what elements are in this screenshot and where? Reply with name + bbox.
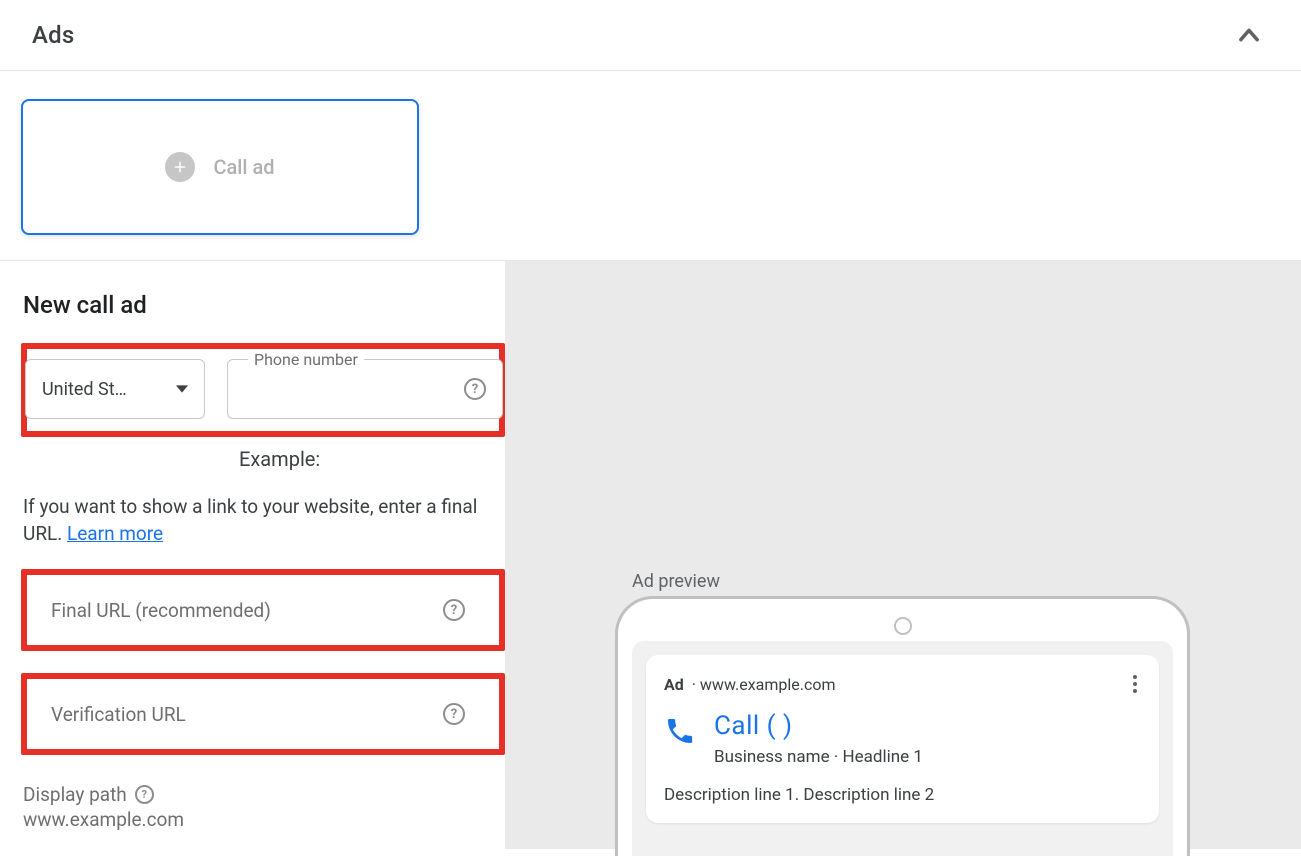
highlight-verification-url: Verification URL ? [21,673,505,755]
call-ad-label: Call ad [213,155,274,179]
call-ad-card[interactable]: Call ad [21,99,419,235]
ad-headline: Call ( ) [714,711,923,741]
preview-column: Ad preview Ad · www.example.com [505,261,1301,849]
preview-title: Ad preview [632,571,720,592]
final-url-hint: If you want to show a link to your websi… [23,493,481,547]
device-screen: Ad · www.example.com Call ( ) [632,641,1173,856]
ad-description: Description line 1. Description line 2 [664,785,1141,805]
verification-url-label: Verification URL [51,703,186,726]
ad-subline: Business name · Headline 1 [714,747,923,767]
chevron-up-icon [1235,21,1263,49]
section-title: Ads [32,21,74,49]
dropdown-caret-icon [176,380,188,399]
ad-overflow-menu[interactable] [1129,671,1141,697]
final-url-input[interactable]: Final URL (recommended) ? [26,575,486,645]
country-value: United St… [42,379,127,400]
final-url-label: Final URL (recommended) [51,599,271,622]
phone-example-label: Example: [239,447,505,471]
help-icon[interactable]: ? [443,599,465,621]
phone-number-label: Phone number [248,350,364,369]
collapse-section-button[interactable] [1235,21,1263,49]
ad-sep: · [688,675,700,694]
ad-badge: Ad [664,675,684,694]
ad-domain: www.example.com [700,675,836,694]
phone-icon [664,715,696,747]
phone-number-input[interactable]: Phone number ? [227,359,503,419]
form-column: New call ad United St… Phone number ? Ex… [0,261,505,849]
highlight-phone-row: United St… Phone number ? [21,343,505,437]
verification-url-input[interactable]: Verification URL ? [26,679,486,749]
display-path-section: Display path ? www.example.com [23,783,505,831]
ad-preview-card: Ad · www.example.com Call ( ) [646,655,1159,823]
help-icon[interactable]: ? [443,703,465,725]
learn-more-link[interactable]: Learn more [67,522,163,545]
plus-circle-icon [165,152,195,182]
ad-card-row: Call ad [0,71,1301,261]
display-path-url: www.example.com [23,808,505,831]
ad-meta: Ad · www.example.com [664,675,835,694]
device-frame: Ad · www.example.com Call ( ) [615,596,1190,856]
highlight-final-url: Final URL (recommended) ? [21,569,505,651]
help-icon[interactable]: ? [135,785,154,804]
section-header: Ads [0,0,1301,71]
help-icon[interactable]: ? [464,378,486,400]
country-select[interactable]: United St… [25,359,205,419]
form-title: New call ad [23,291,505,319]
display-path-label: Display path [23,783,127,806]
editor: New call ad United St… Phone number ? Ex… [0,261,1301,849]
